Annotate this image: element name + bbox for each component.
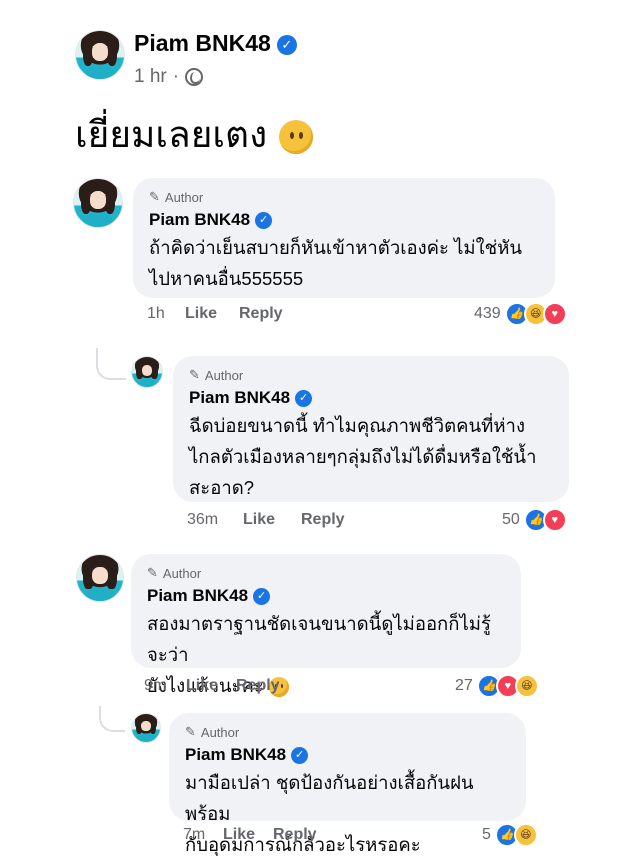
pencil-icon: ✎ xyxy=(147,565,158,580)
no-mouth-emoji-icon xyxy=(279,120,314,155)
verified-badge-icon: ✓ xyxy=(253,587,271,605)
comment-avatar[interactable] xyxy=(73,178,123,228)
post-author-avatar[interactable] xyxy=(75,30,125,80)
verified-badge-icon: ✓ xyxy=(291,746,309,764)
comment-actions: 1h Like Reply xyxy=(147,305,283,323)
verified-badge-icon: ✓ xyxy=(276,34,297,55)
comment-text: ฉีดบ่อยขนาดนี้ ทำไมคุณภาพชีวิตคนที่ห่าง … xyxy=(189,415,537,498)
comment-text: มามือเปล่า ชุดป้องกันอย่างเสื้อกันฝน พร้… xyxy=(185,772,474,855)
like-button[interactable]: Like xyxy=(185,305,239,323)
reply-button[interactable]: Reply xyxy=(273,826,317,844)
comment-time[interactable]: 9m xyxy=(144,677,186,695)
reaction-summary[interactable]: 27 👍 ♥ 😆 xyxy=(455,674,539,698)
reply-bubble: ✎ Author Piam BNK48 ✓ ฉีดบ่อยขนาดนี้ ทำไมค… xyxy=(173,356,569,502)
pencil-icon: ✎ xyxy=(149,189,160,204)
comment-author-name[interactable]: Piam BNK48 ✓ xyxy=(147,586,507,606)
reply-button[interactable]: Reply xyxy=(236,677,280,695)
like-button[interactable]: Like xyxy=(186,677,236,695)
comment-actions: 36m Like Reply xyxy=(187,511,345,529)
post-text: เยี่ยมเลยเตง xyxy=(75,105,314,164)
author-badge: ✎ Author xyxy=(185,724,240,740)
comment-actions: 7m Like Reply xyxy=(183,826,317,844)
reaction-summary[interactable]: 439 👍 😆 ♥ xyxy=(474,302,567,326)
reply-bubble: ✎ Author Piam BNK48 ✓ มามือเปล่า ชุดป้องกั… xyxy=(169,713,526,855)
haha-reaction-icon: 😆 xyxy=(514,674,539,698)
comment-text: ถ้าคิดว่าเย็นสบายก็หันเข้าหาตัวเองค่ะ ไม… xyxy=(149,237,523,289)
author-badge: ✎ Author xyxy=(189,367,244,383)
reaction-count: 27 xyxy=(455,677,473,694)
haha-reaction-icon: 😆 xyxy=(513,823,538,847)
love-reaction-icon: ♥ xyxy=(542,302,567,326)
verified-badge-icon: ✓ xyxy=(295,389,313,407)
globe-icon xyxy=(185,68,204,86)
comment-time[interactable]: 36m xyxy=(187,511,243,529)
comment-bubble: ✎ Author Piam BNK48 ✓ สองมาตราฐานชัดเจนขนา… xyxy=(131,554,521,698)
author-badge: ✎ Author xyxy=(147,565,202,581)
verified-badge-icon: ✓ xyxy=(255,211,273,229)
comment-actions: 9m Like Reply xyxy=(144,677,280,695)
reply-thread-line xyxy=(99,706,125,732)
like-button[interactable]: Like xyxy=(243,511,301,529)
reply-avatar[interactable] xyxy=(131,356,163,388)
comment-time[interactable]: 7m xyxy=(183,826,223,844)
reply-button[interactable]: Reply xyxy=(239,305,283,323)
comment-author-name[interactable]: Piam BNK48 ✓ xyxy=(189,388,555,408)
reaction-summary[interactable]: 50 👍 ♥ xyxy=(502,508,567,532)
reaction-count: 439 xyxy=(474,305,501,322)
comment-avatar[interactable] xyxy=(76,554,124,602)
like-button[interactable]: Like xyxy=(223,826,273,844)
reaction-summary[interactable]: 5 👍 😆 xyxy=(482,823,538,847)
reaction-count: 5 xyxy=(482,826,491,843)
post-author-name[interactable]: Piam BNK48 ✓ xyxy=(134,30,297,57)
reply-button[interactable]: Reply xyxy=(301,511,345,529)
pencil-icon: ✎ xyxy=(189,367,200,382)
reaction-count: 50 xyxy=(502,511,520,528)
love-reaction-icon: ♥ xyxy=(542,508,567,532)
comment-author-name[interactable]: Piam BNK48 ✓ xyxy=(185,745,512,765)
comment-bubble: ✎ Author Piam BNK48 ✓ ถ้าคิดว่าเย็นสบายก็ห… xyxy=(133,178,555,298)
post-meta: 1 hr · xyxy=(134,66,204,88)
reply-avatar[interactable] xyxy=(131,713,161,743)
pencil-icon: ✎ xyxy=(185,724,196,739)
comment-author-name[interactable]: Piam BNK48 ✓ xyxy=(149,210,541,230)
reply-thread-line xyxy=(96,348,126,380)
comment-time[interactable]: 1h xyxy=(147,305,185,323)
post-time[interactable]: 1 hr xyxy=(134,66,167,88)
meta-separator: · xyxy=(172,66,180,87)
author-badge: ✎ Author xyxy=(149,189,204,205)
